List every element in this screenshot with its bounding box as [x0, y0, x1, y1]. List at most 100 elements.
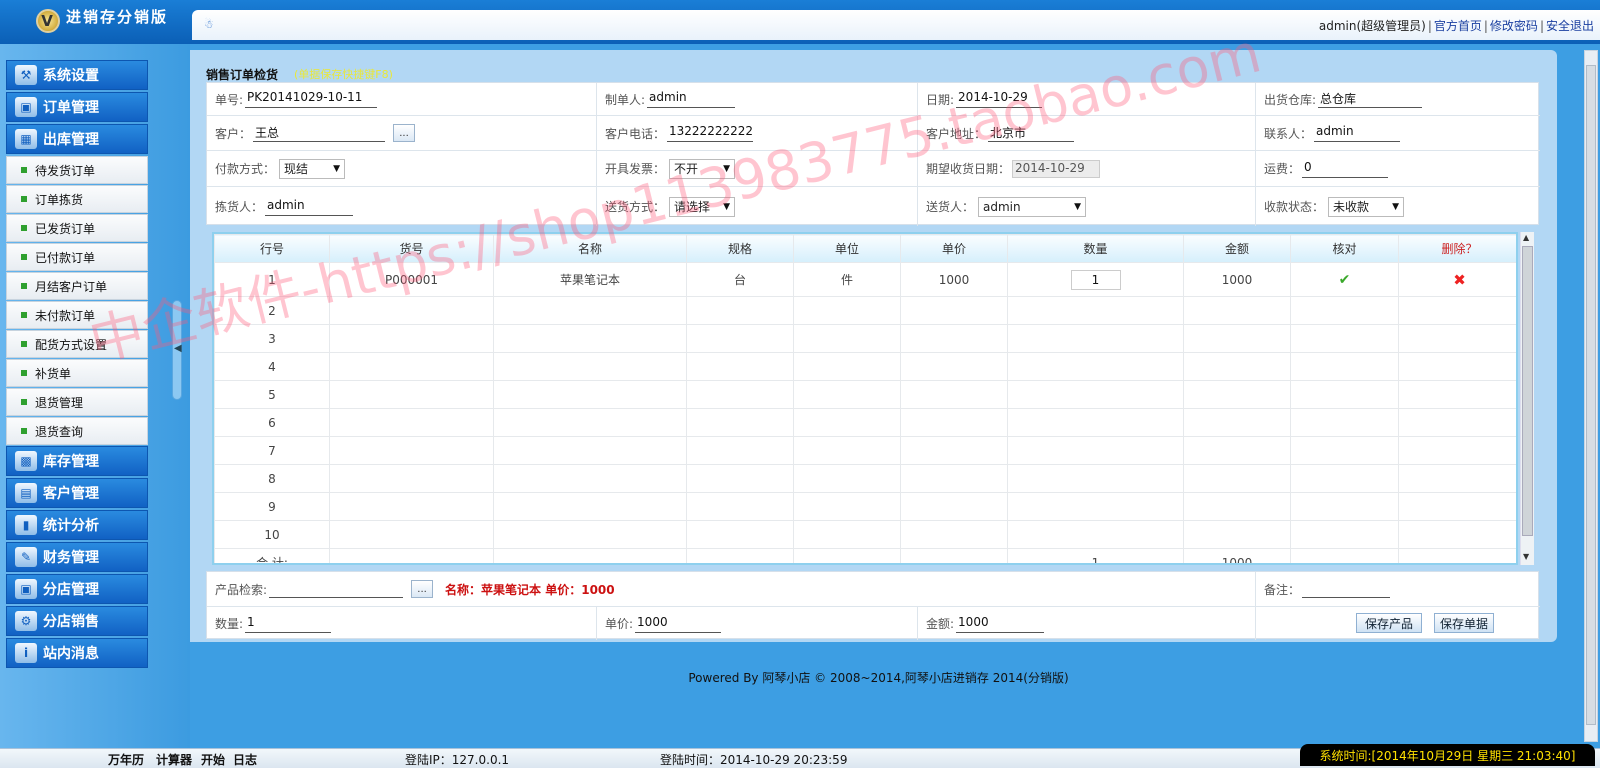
creator-input[interactable]: admin [647, 90, 736, 108]
sidebar-cat-branch-sales[interactable]: ⚙ 分店销售 [6, 606, 148, 636]
courier-select[interactable]: admin ▼ [978, 196, 1087, 217]
customer-input[interactable]: 王总 [253, 124, 386, 142]
cell-amount: 1000 [1183, 262, 1291, 297]
sidebar-cat-system[interactable]: ⚒ 系统设置 [6, 60, 148, 90]
scroll-up-icon[interactable]: ▲ [1523, 233, 1529, 242]
calculator-link[interactable]: 计算器 [156, 751, 192, 768]
collect-label: 收款状态： [1264, 200, 1325, 214]
sidebar-item-paid[interactable]: 已付款订单 [6, 243, 148, 271]
app-title: 进销存分销版 [66, 8, 169, 26]
checkmark-icon[interactable]: ✔ [1339, 272, 1351, 288]
contact-input[interactable]: admin [1314, 124, 1401, 142]
field-amount: 金额: 1000 [918, 607, 1256, 640]
sidebar-cat-finance[interactable]: ✎ 财务管理 [6, 542, 148, 572]
page-scrollbar[interactable] [1584, 50, 1598, 742]
invoice-select[interactable]: 不开 ▼ [669, 158, 736, 179]
sidebar-cat-outbound[interactable]: ▦ 出库管理 [6, 124, 148, 154]
start-link[interactable]: 开始 [201, 751, 225, 768]
delete-icon[interactable]: ✖ [1453, 271, 1466, 289]
col-header-check: 核对 [1290, 234, 1399, 263]
col-header-qty: 数量 [1007, 234, 1184, 263]
separator: | [1483, 19, 1488, 33]
product-info: 名称：苹果笔记本 单价：1000 [445, 582, 615, 597]
cell-unit: 件 [793, 262, 901, 297]
shipping-select[interactable]: 请选择 ▼ [669, 196, 736, 217]
qty-input[interactable]: 1 [1070, 269, 1121, 290]
save-product-button[interactable]: 保存产品 [1356, 613, 1422, 633]
picker-label: 拣货人： [215, 200, 264, 214]
page-scroll-thumb[interactable] [1586, 65, 1596, 725]
field-picker: 拣货人： admin [207, 187, 597, 226]
qty-field[interactable]: 1 [245, 615, 332, 633]
amount-field[interactable]: 1000 [956, 615, 1045, 633]
product-search-input[interactable] [269, 580, 404, 598]
sidebar-item-order-picking[interactable]: 订单拣货 [6, 185, 148, 213]
home-link[interactable]: 官方首页 [1434, 19, 1482, 33]
creator-label: 制单人: [605, 92, 646, 107]
sidebar-item-monthly[interactable]: 月结客户订单 [6, 272, 148, 300]
grid-scrollbar[interactable]: ▲ ▼ [1520, 232, 1534, 565]
warehouse-input[interactable]: 总仓库 [1318, 90, 1423, 108]
login-time: 登陆时间：2014-10-29 20:23:59 [660, 753, 848, 767]
address-input[interactable]: 北京市 [988, 124, 1075, 142]
phone-input[interactable]: 13222222222 [667, 124, 754, 142]
scroll-down-icon[interactable]: ▼ [1523, 552, 1529, 561]
sidebar-item-shipped[interactable]: 已发货订单 [6, 214, 148, 242]
sidebar-cat-stats[interactable]: ▮ 统计分析 [6, 510, 148, 540]
field-product-search: 产品检索: ... 名称：苹果笔记本 单价：1000 [207, 572, 1256, 607]
sidebar-cat-customers[interactable]: ▤ 客户管理 [6, 478, 148, 508]
col-header-row-no: 行号 [214, 234, 330, 263]
form-title: 销售订单检货 [206, 68, 279, 82]
bottom-panel: 产品检索: ... 名称：苹果笔记本 单价：1000 备注： 数量: 1 单价: 1… [206, 571, 1540, 640]
bullet-icon [21, 428, 27, 434]
amount-label: 金额: [926, 617, 955, 631]
sidebar-cat-label: 出库管理 [43, 132, 99, 148]
product-picker-button[interactable]: ... [411, 580, 434, 598]
cell-row-no: 6 [214, 408, 330, 437]
sidebar-item-label: 已发货订单 [35, 221, 96, 236]
sidebar-item-unpaid[interactable]: 未付款订单 [6, 301, 148, 329]
calendar-link[interactable]: 万年历 [108, 751, 144, 768]
store-icon: ▣ [15, 579, 37, 599]
sidebar-cat-orders[interactable]: ▣ 订单管理 [6, 92, 148, 122]
remark-input[interactable] [1302, 580, 1391, 598]
cell-row-no: 5 [214, 380, 330, 409]
price-field[interactable]: 1000 [635, 615, 722, 633]
order-no-input[interactable]: PK20141029-10-11 [245, 90, 378, 108]
sidebar-item-delivery-settings[interactable]: 配货方式设置 [6, 330, 148, 358]
field-collect-status: 收款状态： 未收款 ▼ [1256, 187, 1540, 226]
field-qty: 数量: 1 [207, 607, 597, 640]
bullet-icon [21, 225, 27, 231]
date-input[interactable]: 2014-10-29 [956, 90, 1043, 108]
info-icon: i [15, 643, 37, 663]
sidebar-item-return-query[interactable]: 退货查询 [6, 417, 148, 445]
picker-input[interactable]: admin [265, 198, 354, 216]
sidebar-cat-label: 财务管理 [43, 550, 99, 566]
expected-date-input[interactable]: 2014-10-29 [1012, 159, 1101, 178]
items-grid: 行号 货号 名称 规格 单位 单价 数量 金额 核对 删除？ 1 P000001… [212, 232, 1518, 565]
qty-label: 数量: [215, 617, 244, 631]
logout-link[interactable]: 安全退出 [1546, 19, 1594, 33]
sidebar-item-pending-shipment[interactable]: 待发货订单 [6, 156, 148, 184]
sidebar-item-returns[interactable]: 退货管理 [6, 388, 148, 416]
field-creator: 制单人: admin [597, 83, 918, 116]
chevron-left-icon[interactable]: ◀ [174, 343, 182, 354]
gear-icon: ⚙ [15, 611, 37, 631]
courier-label: 送货人： [926, 200, 975, 214]
change-password-link[interactable]: 修改密码 [1490, 19, 1538, 33]
freight-input[interactable]: 0 [1302, 160, 1389, 178]
cell-sku: P000001 [329, 262, 494, 297]
sidebar-cat-messages[interactable]: i 站内消息 [6, 638, 148, 668]
save-order-button[interactable]: 保存单据 [1434, 613, 1494, 633]
sidebar-cat-inventory[interactable]: ▩ 库存管理 [6, 446, 148, 476]
grid-scroll-thumb[interactable] [1522, 246, 1533, 536]
collect-select[interactable]: 未收款 ▼ [1328, 196, 1405, 217]
col-header-spec: 规格 [686, 234, 794, 263]
login-ip: 登陆IP：127.0.0.1 [405, 753, 510, 767]
customer-picker-button[interactable]: ... [393, 124, 416, 142]
log-link[interactable]: 日志 [233, 751, 257, 768]
cell-row-no: 1 [214, 262, 330, 297]
sidebar-cat-branch[interactable]: ▣ 分店管理 [6, 574, 148, 604]
payment-select[interactable]: 现结 ▼ [279, 158, 346, 179]
sidebar-item-restock[interactable]: 补货单 [6, 359, 148, 387]
